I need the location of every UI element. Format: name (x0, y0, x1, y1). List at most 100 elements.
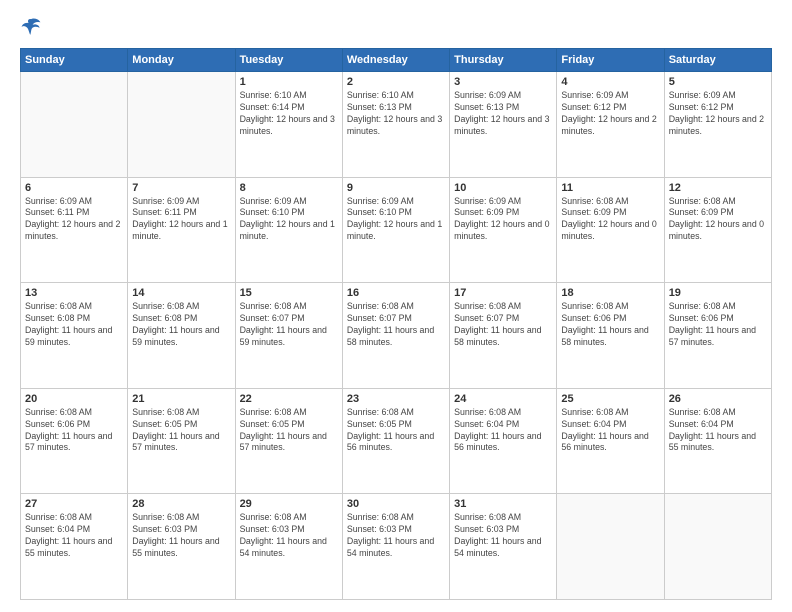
day-number: 5 (669, 76, 767, 88)
day-info: Sunrise: 6:08 AM Sunset: 6:04 PM Dayligh… (669, 407, 767, 455)
day-number: 16 (347, 287, 445, 299)
calendar-cell: 6 Sunrise: 6:09 AM Sunset: 6:11 PM Daylig… (21, 177, 128, 283)
day-number: 4 (561, 76, 659, 88)
day-number: 8 (240, 182, 338, 194)
calendar-cell: 19Sunrise: 6:08 AM Sunset: 6:06 PM Dayli… (664, 283, 771, 389)
calendar-cell: 31 Sunrise: 6:08 AM Sunset: 6:03 PM Dayli… (450, 494, 557, 600)
calendar-week-row: 1 Sunrise: 6:10 AM Sunset: 6:14 PM Daylig… (21, 72, 772, 178)
day-info: Sunrise: 6:08 AM Sunset: 6:06 PM Dayligh… (669, 301, 767, 349)
day-info: Sunrise: 6:09 AM Sunset: 6:13 PM Dayligh… (454, 90, 552, 138)
day-info: Sunrise: 6:08 AM Sunset: 6:06 PM Dayligh… (25, 407, 123, 455)
day-number: 13 (25, 287, 123, 299)
day-number: 6 (25, 182, 123, 194)
day-info: Sunrise: 6:09 AM Sunset: 6:11 PM Dayligh… (132, 196, 230, 244)
calendar-cell: 21 Sunrise: 6:08 AM Sunset: 6:05 PM Dayli… (128, 388, 235, 494)
day-info: Sunrise: 6:09 AM Sunset: 6:09 PM Dayligh… (454, 196, 552, 244)
calendar-cell: 28 Sunrise: 6:08 AM Sunset: 6:03 PM Dayli… (128, 494, 235, 600)
day-info: Sunrise: 6:10 AM Sunset: 6:13 PM Dayligh… (347, 90, 445, 138)
calendar-cell: 23 Sunrise: 6:08 AM Sunset: 6:05 PM Dayli… (342, 388, 449, 494)
calendar-cell: 7 Sunrise: 6:09 AM Sunset: 6:11 PM Daylig… (128, 177, 235, 283)
calendar-cell: 18 Sunrise: 6:08 AM Sunset: 6:06 PM Dayli… (557, 283, 664, 389)
day-number: 14 (132, 287, 230, 299)
day-info: Sunrise: 6:08 AM Sunset: 6:03 PM Dayligh… (347, 512, 445, 560)
calendar-week-row: 27 Sunrise: 6:08 AM Sunset: 6:04 PM Dayli… (21, 494, 772, 600)
day-number: 7 (132, 182, 230, 194)
day-info: Sunrise: 6:09 AM Sunset: 6:11 PM Dayligh… (25, 196, 123, 244)
calendar-cell: 1 Sunrise: 6:10 AM Sunset: 6:14 PM Daylig… (235, 72, 342, 178)
day-number: 22 (240, 393, 338, 405)
calendar-cell (128, 72, 235, 178)
day-info: Sunrise: 6:08 AM Sunset: 6:09 PM Dayligh… (561, 196, 659, 244)
weekday-header-wednesday: Wednesday (342, 49, 449, 72)
day-number: 15 (240, 287, 338, 299)
day-number: 28 (132, 498, 230, 510)
calendar-cell: 29 Sunrise: 6:08 AM Sunset: 6:03 PM Dayli… (235, 494, 342, 600)
calendar-cell (21, 72, 128, 178)
header (20, 16, 772, 38)
calendar-cell: 9 Sunrise: 6:09 AM Sunset: 6:10 PM Daylig… (342, 177, 449, 283)
day-info: Sunrise: 6:09 AM Sunset: 6:10 PM Dayligh… (347, 196, 445, 244)
weekday-header-monday: Monday (128, 49, 235, 72)
day-number: 9 (347, 182, 445, 194)
day-info: Sunrise: 6:08 AM Sunset: 6:03 PM Dayligh… (454, 512, 552, 560)
day-number: 20 (25, 393, 123, 405)
day-info: Sunrise: 6:08 AM Sunset: 6:04 PM Dayligh… (454, 407, 552, 455)
day-info: Sunrise: 6:08 AM Sunset: 6:04 PM Dayligh… (25, 512, 123, 560)
page: SundayMondayTuesdayWednesdayThursdayFrid… (0, 0, 792, 612)
calendar-cell: 8 Sunrise: 6:09 AM Sunset: 6:10 PM Daylig… (235, 177, 342, 283)
calendar-cell: 17 Sunrise: 6:08 AM Sunset: 6:07 PM Dayli… (450, 283, 557, 389)
day-number: 30 (347, 498, 445, 510)
day-info: Sunrise: 6:08 AM Sunset: 6:03 PM Dayligh… (240, 512, 338, 560)
day-info: Sunrise: 6:08 AM Sunset: 6:08 PM Dayligh… (132, 301, 230, 349)
weekday-header-tuesday: Tuesday (235, 49, 342, 72)
day-number: 27 (25, 498, 123, 510)
day-number: 29 (240, 498, 338, 510)
day-number: 21 (132, 393, 230, 405)
day-info: Sunrise: 6:08 AM Sunset: 6:09 PM Dayligh… (669, 196, 767, 244)
day-number: 2 (347, 76, 445, 88)
calendar-cell: 13Sunrise: 6:08 AM Sunset: 6:08 PM Dayli… (21, 283, 128, 389)
weekday-header-saturday: Saturday (664, 49, 771, 72)
calendar-cell: 30 Sunrise: 6:08 AM Sunset: 6:03 PM Dayli… (342, 494, 449, 600)
day-number: 23 (347, 393, 445, 405)
day-info: Sunrise: 6:08 AM Sunset: 6:03 PM Dayligh… (132, 512, 230, 560)
calendar-week-row: 6 Sunrise: 6:09 AM Sunset: 6:11 PM Daylig… (21, 177, 772, 283)
day-info: Sunrise: 6:10 AM Sunset: 6:14 PM Dayligh… (240, 90, 338, 138)
calendar-cell: 26Sunrise: 6:08 AM Sunset: 6:04 PM Dayli… (664, 388, 771, 494)
calendar-cell: 15 Sunrise: 6:08 AM Sunset: 6:07 PM Dayli… (235, 283, 342, 389)
day-info: Sunrise: 6:09 AM Sunset: 6:12 PM Dayligh… (561, 90, 659, 138)
calendar-cell: 3 Sunrise: 6:09 AM Sunset: 6:13 PM Daylig… (450, 72, 557, 178)
calendar-cell: 2 Sunrise: 6:10 AM Sunset: 6:13 PM Daylig… (342, 72, 449, 178)
day-info: Sunrise: 6:09 AM Sunset: 6:12 PM Dayligh… (669, 90, 767, 138)
calendar-cell (664, 494, 771, 600)
calendar-cell: 24Sunrise: 6:08 AM Sunset: 6:04 PM Dayli… (450, 388, 557, 494)
weekday-header-friday: Friday (557, 49, 664, 72)
day-info: Sunrise: 6:08 AM Sunset: 6:07 PM Dayligh… (454, 301, 552, 349)
day-info: Sunrise: 6:08 AM Sunset: 6:06 PM Dayligh… (561, 301, 659, 349)
calendar-cell: 25Sunrise: 6:08 AM Sunset: 6:04 PM Dayli… (557, 388, 664, 494)
day-number: 10 (454, 182, 552, 194)
day-info: Sunrise: 6:08 AM Sunset: 6:07 PM Dayligh… (240, 301, 338, 349)
logo (20, 16, 46, 38)
calendar-cell: 4 Sunrise: 6:09 AM Sunset: 6:12 PM Daylig… (557, 72, 664, 178)
day-info: Sunrise: 6:08 AM Sunset: 6:05 PM Dayligh… (240, 407, 338, 455)
day-number: 25 (561, 393, 659, 405)
weekday-header-sunday: Sunday (21, 49, 128, 72)
day-number: 1 (240, 76, 338, 88)
day-info: Sunrise: 6:08 AM Sunset: 6:05 PM Dayligh… (347, 407, 445, 455)
calendar-cell: 14 Sunrise: 6:08 AM Sunset: 6:08 PM Dayli… (128, 283, 235, 389)
day-info: Sunrise: 6:08 AM Sunset: 6:05 PM Dayligh… (132, 407, 230, 455)
day-number: 11 (561, 182, 659, 194)
day-number: 12 (669, 182, 767, 194)
calendar-cell: 5 Sunrise: 6:09 AM Sunset: 6:12 PM Daylig… (664, 72, 771, 178)
day-number: 3 (454, 76, 552, 88)
calendar-cell: 16 Sunrise: 6:08 AM Sunset: 6:07 PM Dayli… (342, 283, 449, 389)
day-number: 17 (454, 287, 552, 299)
day-info: Sunrise: 6:08 AM Sunset: 6:07 PM Dayligh… (347, 301, 445, 349)
calendar-cell: 12 Sunrise: 6:08 AM Sunset: 6:09 PM Dayli… (664, 177, 771, 283)
day-number: 18 (561, 287, 659, 299)
day-number: 31 (454, 498, 552, 510)
calendar-cell: 10 Sunrise: 6:09 AM Sunset: 6:09 PM Dayli… (450, 177, 557, 283)
day-info: Sunrise: 6:09 AM Sunset: 6:10 PM Dayligh… (240, 196, 338, 244)
weekday-header-row: SundayMondayTuesdayWednesdayThursdayFrid… (21, 49, 772, 72)
